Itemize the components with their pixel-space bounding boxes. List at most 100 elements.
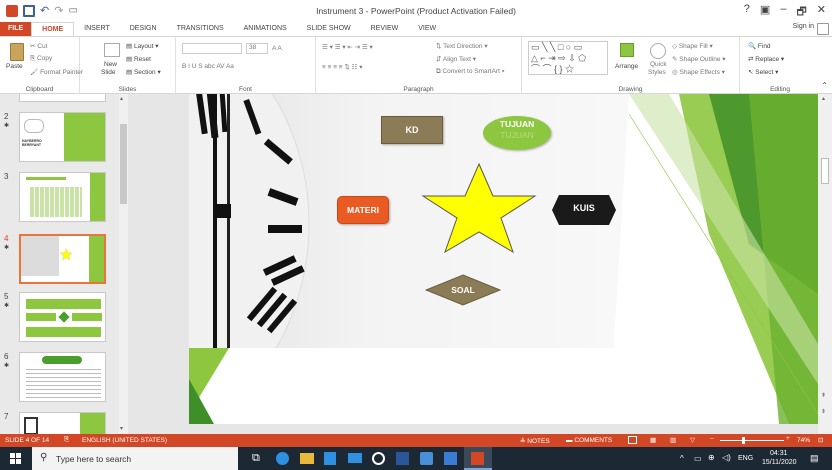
tab-insert[interactable]: INSERT: [74, 22, 120, 36]
font-name-input[interactable]: [182, 43, 242, 54]
arrange-icon[interactable]: [620, 43, 634, 57]
alignment-buttons[interactable]: ≡ ≡ ≡ ≡ ⇅ ☷ ▾: [322, 63, 363, 71]
collapse-ribbon-icon[interactable]: ⌃: [821, 81, 828, 90]
font-grow-shrink-buttons[interactable]: A A: [272, 45, 282, 52]
slide-thumbnail-selected[interactable]: ★: [19, 234, 106, 284]
slide-thumbnail[interactable]: [19, 172, 106, 222]
font-format-buttons[interactable]: B I U S abc AV Aa: [182, 63, 234, 70]
quick-styles-icon[interactable]: [650, 43, 666, 59]
materi-button-shape[interactable]: MATERI: [337, 196, 389, 224]
tab-view[interactable]: VIEW: [408, 22, 446, 36]
tab-file[interactable]: FILE: [0, 22, 32, 36]
thumbnail-scrollbar[interactable]: ▴ ▾: [119, 94, 128, 434]
format-painter-button[interactable]: 🖌 Format Painter: [30, 68, 83, 76]
replace-button[interactable]: ⇄ Replace ▾: [748, 55, 784, 63]
clock-time[interactable]: 04:31: [770, 450, 788, 457]
slide-canvas[interactable]: KD TUJUAN TUJUAN MATERI KUIS SOAL Activa…: [189, 94, 818, 424]
slide-thumbnail[interactable]: HAYBERRO BERRYANT: [19, 112, 106, 162]
tab-transitions[interactable]: TRANSITIONS: [167, 22, 234, 36]
reset-button[interactable]: ▤ Reset: [126, 55, 151, 63]
quick-styles-button[interactable]: Quick: [650, 61, 667, 68]
powerpoint-taskbar-icon[interactable]: [464, 447, 492, 470]
align-text-button[interactable]: ⇵ Align Text ▾: [436, 55, 476, 63]
shape-outline-button[interactable]: ✎ Shape Outline ▾: [672, 55, 726, 63]
slide-sorter-icon[interactable]: ▦: [650, 436, 656, 444]
tab-slide-show[interactable]: SLIDE SHOW: [297, 22, 361, 36]
kd-button-shape[interactable]: KD: [381, 116, 443, 144]
zoom-out-icon[interactable]: –: [710, 435, 714, 442]
store-icon[interactable]: [324, 452, 336, 465]
task-view-icon[interactable]: ⧉: [252, 452, 260, 465]
scroll-down-icon[interactable]: ▾: [120, 425, 123, 432]
maximize-button[interactable]: 🗗: [796, 3, 806, 22]
scroll-thumb[interactable]: [120, 124, 127, 204]
windows-start-icon[interactable]: [10, 453, 21, 464]
layout-button[interactable]: ▤ Layout ▾: [126, 42, 159, 50]
zoom-in-icon[interactable]: +: [786, 435, 790, 442]
network-icon[interactable]: ⊕: [708, 453, 715, 462]
input-language[interactable]: ENG: [738, 455, 753, 462]
shape-effects-button[interactable]: ◎ Shape Effects ▾: [672, 68, 725, 76]
normal-view-icon[interactable]: [628, 436, 637, 444]
tab-design[interactable]: DESIGN: [120, 22, 167, 36]
notes-button[interactable]: ≙ NOTES: [520, 437, 550, 445]
edge-icon[interactable]: [276, 452, 289, 465]
ribbon-display-icon[interactable]: ▣: [760, 3, 770, 22]
fit-to-window-icon[interactable]: ⊡: [818, 436, 823, 444]
slide-thumbnail[interactable]: [19, 94, 106, 102]
media-player-icon[interactable]: [372, 452, 385, 465]
next-slide-icon[interactable]: ⇟: [821, 408, 826, 415]
copy-button[interactable]: ⎘ Copy: [30, 55, 52, 63]
scroll-up-icon[interactable]: ▴: [120, 95, 123, 102]
new-slide-button[interactable]: New: [104, 61, 117, 68]
slide-thumbnail[interactable]: [19, 412, 106, 434]
paste-button[interactable]: Paste: [6, 63, 23, 70]
shapes-gallery[interactable]: ▭ ╲ ╲ □ ○ ▭ △ ⌐ ⇥ ⇨ ⇩ ⬠ ⌒ ⌒ { } ☆: [528, 41, 608, 75]
clock-date[interactable]: 15/11/2020: [762, 459, 797, 466]
zoom-slider-thumb[interactable]: [741, 437, 745, 444]
find-button[interactable]: 🔍 Find: [748, 42, 771, 50]
slide-thumbnail[interactable]: [19, 292, 106, 342]
close-button[interactable]: ✕: [817, 3, 826, 22]
zoom-level[interactable]: 74%: [797, 437, 810, 444]
cut-button[interactable]: ✂ Cut: [30, 42, 47, 50]
file-explorer-icon[interactable]: [300, 453, 314, 464]
volume-icon[interactable]: ◁): [722, 453, 731, 462]
arrange-button[interactable]: Arrange: [615, 63, 638, 70]
slide-scrollbar[interactable]: ▴ ⇞ ⇟: [818, 94, 832, 434]
select-button[interactable]: ↖ Select ▾: [748, 68, 778, 76]
comments-button[interactable]: ▬ COMMENTS: [566, 437, 612, 444]
battery-icon[interactable]: ▭: [694, 454, 702, 463]
section-button[interactable]: ▤ Section ▾: [126, 68, 161, 76]
photos-icon[interactable]: [444, 452, 457, 465]
tab-home[interactable]: HOME: [31, 22, 75, 36]
tujuan-button-shape[interactable]: TUJUAN TUJUAN: [483, 116, 551, 150]
convert-smartart-button[interactable]: ⧉ Convert to SmartArt ▾: [436, 68, 504, 76]
new-slide-icon[interactable]: [104, 43, 120, 57]
zoom-slider[interactable]: [720, 440, 784, 441]
tab-review[interactable]: REVIEW: [361, 22, 409, 36]
slide-thumbnail[interactable]: [19, 352, 106, 402]
mail-icon[interactable]: [348, 453, 362, 463]
minimize-button[interactable]: –: [780, 3, 786, 22]
taskbar-search-box[interactable]: ⚲ Type here to search: [32, 447, 238, 470]
spellcheck-icon[interactable]: ⎘: [64, 436, 69, 444]
text-direction-button[interactable]: ⇅ Text Direction ▾: [436, 42, 488, 50]
language-indicator[interactable]: ENGLISH (UNITED STATES): [82, 437, 167, 444]
paste-icon[interactable]: [10, 43, 24, 61]
bullets-buttons[interactable]: ☰ ▾ ☰ ▾ ⇤ ⇥ ☰ ▾: [322, 43, 373, 51]
tray-chevron-icon[interactable]: ^: [680, 454, 684, 463]
font-size-input[interactable]: 38: [246, 43, 268, 54]
star-shape[interactable]: [419, 162, 539, 254]
reading-view-icon[interactable]: ▥: [670, 436, 676, 444]
sign-in-link[interactable]: Sign in: [793, 23, 814, 30]
user-avatar-icon[interactable]: [817, 23, 829, 35]
shape-fill-button[interactable]: ◇ Shape Fill ▾: [672, 42, 713, 50]
app-icon[interactable]: [420, 452, 433, 465]
word-icon[interactable]: [396, 452, 409, 465]
scroll-up-icon[interactable]: ▴: [822, 95, 825, 102]
help-icon[interactable]: ?: [744, 3, 750, 22]
prev-slide-icon[interactable]: ⇞: [821, 392, 826, 399]
slideshow-view-icon[interactable]: ▽: [690, 436, 695, 444]
notifications-icon[interactable]: ▤: [810, 453, 819, 464]
